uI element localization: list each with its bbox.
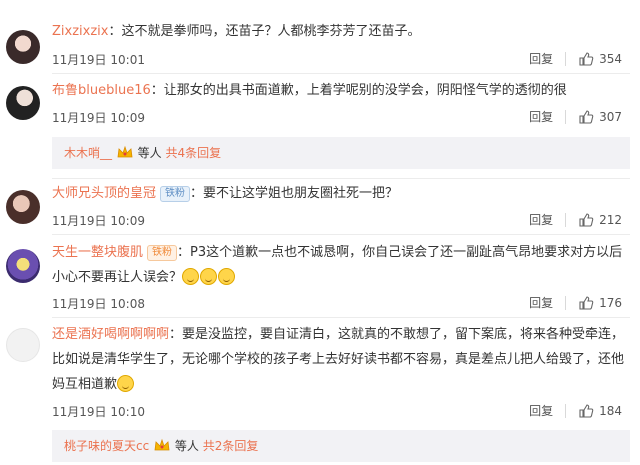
fan-badge: 铁粉: [160, 185, 191, 202]
reply-button[interactable]: 回复: [529, 402, 553, 419]
divider: [52, 73, 630, 74]
comment-time: 10:08: [110, 297, 145, 311]
comment-date: 11月19日: [52, 405, 107, 419]
divider: [565, 109, 567, 124]
divider: [565, 295, 567, 310]
timestamp: 11月19日 10:01: [52, 51, 145, 68]
like-count: 176: [599, 295, 622, 310]
reply-button[interactable]: 回复: [529, 108, 553, 125]
crown-badge-icon: [154, 438, 170, 451]
divider: [565, 51, 567, 66]
username-link[interactable]: 大师兄头顶的皇冠: [52, 186, 156, 201]
comment-actions: 回复 307: [529, 108, 622, 125]
comment-date: 11月19日: [52, 53, 107, 67]
thumbs-up-icon[interactable]: [578, 403, 594, 419]
thumbs-up-icon[interactable]: [578, 295, 594, 311]
divider: [52, 234, 630, 235]
sub-replies-bar[interactable]: 桃子味的夏天cc 等人 共2条回复: [52, 430, 630, 462]
comment-time: 10:09: [110, 214, 145, 228]
avatar[interactable]: [6, 86, 40, 120]
fan-badge: 铁粉: [147, 244, 178, 261]
username-link[interactable]: 还是酒好喝啊啊啊啊: [52, 327, 169, 342]
reply-button[interactable]: 回复: [529, 294, 553, 311]
timestamp: 11月19日 10:10: [52, 403, 145, 420]
thumbs-up-icon[interactable]: [578, 212, 594, 228]
comment-date: 11月19日: [52, 297, 107, 311]
comment-time: 10:09: [110, 111, 145, 125]
timestamp: 11月19日 10:09: [52, 109, 145, 126]
username-link[interactable]: Zixzixzix: [52, 24, 108, 39]
comment-body: 天生一整块腹肌 铁粉 ：P3这个道歉一点也不诚恳啊，你自己误会了还一副趾高气昂地要求…: [52, 240, 626, 290]
divider: [52, 317, 630, 318]
comment-date: 11月19日: [52, 111, 107, 125]
thumbs-up-icon[interactable]: [578, 51, 594, 67]
divider: [52, 178, 630, 179]
avatar[interactable]: [6, 190, 40, 224]
comment-actions: 回复 354: [529, 50, 622, 67]
thumbs-up-icon[interactable]: [578, 109, 594, 125]
avatar[interactable]: [6, 249, 40, 283]
comment-body: Zixzixzix：这不就是拳师吗，还苗子？人都桃李芬芳了还苗子。: [52, 19, 626, 45]
timestamp: 11月19日 10:09: [52, 212, 145, 229]
divider: [565, 403, 567, 418]
sub-reply-user[interactable]: 桃子味的夏天cc: [64, 439, 149, 453]
like-count: 184: [599, 403, 622, 418]
sub-reply-suffix: 等人: [174, 439, 199, 453]
sub-reply-count-link[interactable]: 共4条回复: [166, 146, 222, 160]
comment-text: ：要不让这学姐也朋友圈社死一把？: [190, 186, 399, 201]
comment-body: 布鲁blueblue16：让那女的出具书面道歉，上着学呢别的没学会，阴阳怪气学的…: [52, 78, 626, 104]
sub-reply-suffix: 等人: [137, 146, 162, 160]
like-count: 212: [599, 212, 622, 227]
reply-button[interactable]: 回复: [529, 50, 553, 67]
timestamp: 11月19日 10:08: [52, 295, 145, 312]
like-count: 354: [599, 51, 622, 66]
smile-emoji-icon: [218, 268, 236, 285]
username-link[interactable]: 布鲁blueblue16: [52, 83, 151, 98]
sub-replies-bar[interactable]: 木木哨__ 等人 共4条回复: [52, 137, 630, 169]
comment-date: 11月19日: [52, 214, 107, 228]
comment-text: ：这不就是拳师吗，还苗子？人都桃李芬芳了还苗子。: [108, 24, 421, 39]
comment-actions: 回复 176: [529, 294, 622, 311]
sub-reply-user[interactable]: 木木哨__: [64, 146, 112, 160]
comment-body: 大师兄头顶的皇冠 铁粉 ：要不让这学姐也朋友圈社死一把？: [52, 181, 626, 207]
divider: [565, 212, 567, 227]
smile-emoji-icon: [200, 268, 218, 285]
sub-reply-count-link[interactable]: 共2条回复: [203, 439, 259, 453]
comment-feed: Zixzixzix：这不就是拳师吗，还苗子？人都桃李芬芳了还苗子。 11月19日…: [0, 0, 640, 465]
comment-actions: 回复 184: [529, 402, 622, 419]
like-count: 307: [599, 109, 622, 124]
avatar[interactable]: [6, 30, 40, 64]
crown-badge-icon: [117, 145, 133, 158]
comment-text: ：让那女的出具书面道歉，上着学呢别的没学会，阴阳怪气学的透彻的很: [150, 83, 567, 98]
smile-emoji-icon: [182, 268, 200, 285]
smile-emoji-icon: [117, 375, 135, 392]
comment-body: 还是酒好喝啊啊啊啊：要是没监控，要自证清白，这就真的不敢想了，留下案底，将来各种…: [52, 322, 626, 397]
comment-time: 10:10: [110, 405, 145, 419]
avatar[interactable]: [6, 328, 40, 362]
comment-time: 10:01: [110, 53, 145, 67]
reply-button[interactable]: 回复: [529, 211, 553, 228]
comment-actions: 回复 212: [529, 211, 622, 228]
username-link[interactable]: 天生一整块腹肌: [52, 245, 143, 260]
